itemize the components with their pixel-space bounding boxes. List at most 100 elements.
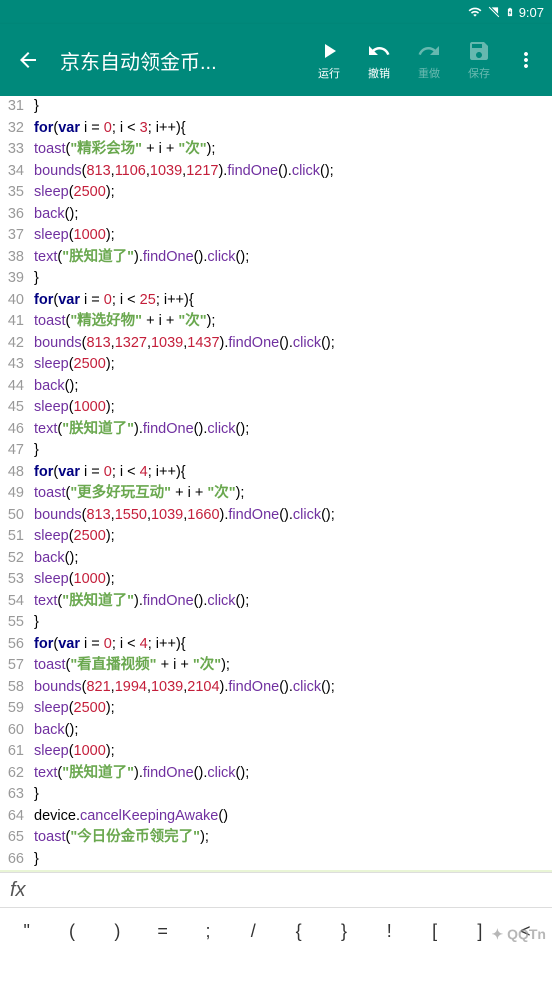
line-number: 32 — [0, 118, 30, 140]
code-line[interactable]: 64 device.cancelKeepingAwake() — [0, 806, 552, 828]
code-line[interactable]: 62 text("朕知道了").findOne().click(); — [0, 763, 552, 785]
code-line[interactable]: 55 } — [0, 612, 552, 634]
code-line[interactable]: 32 for(var i = 0; i < 3; i++){ — [0, 118, 552, 140]
code-line[interactable]: 35 sleep(2500); — [0, 182, 552, 204]
back-button[interactable] — [8, 40, 48, 80]
redo-label: 重做 — [418, 65, 440, 81]
fx-bar[interactable]: fx — [0, 872, 552, 907]
code-content: } — [30, 612, 552, 634]
code-line[interactable]: 52 back(); — [0, 548, 552, 570]
code-line[interactable]: 33 toast("精彩会场" + i + "次"); — [0, 139, 552, 161]
code-line[interactable]: 58 bounds(821,1994,1039,2104).findOne().… — [0, 677, 552, 699]
code-line[interactable]: 67 — [0, 870, 552, 872]
line-number: 58 — [0, 677, 30, 699]
code-line[interactable]: 41 toast("精选好物" + i + "次"); — [0, 311, 552, 333]
symbol-key[interactable]: [ — [416, 921, 454, 942]
code-editor[interactable]: 31 }32 for(var i = 0; i < 3; i++){33 toa… — [0, 96, 552, 872]
sim-icon — [487, 5, 501, 19]
line-number: 59 — [0, 698, 30, 720]
symbol-key[interactable]: ) — [98, 921, 136, 942]
code-content: text("朕知道了").findOne().click(); — [30, 419, 552, 441]
undo-label: 撤销 — [368, 65, 390, 81]
page-title: 京东自动领金币... — [60, 46, 304, 75]
code-line[interactable]: 65 toast("今日份金币领完了"); — [0, 827, 552, 849]
code-line[interactable]: 39 } — [0, 268, 552, 290]
code-line[interactable]: 42 bounds(813,1327,1039,1437).findOne().… — [0, 333, 552, 355]
code-content: back(); — [30, 204, 552, 226]
code-content: bounds(813,1327,1039,1437).findOne().cli… — [30, 333, 552, 355]
line-number: 51 — [0, 526, 30, 548]
code-line[interactable]: 56 for(var i = 0; i < 4; i++){ — [0, 634, 552, 656]
code-content: bounds(821,1994,1039,2104).findOne().cli… — [30, 677, 552, 699]
line-number: 33 — [0, 139, 30, 161]
code-line[interactable]: 44 back(); — [0, 376, 552, 398]
code-line[interactable]: 47 } — [0, 440, 552, 462]
status-bar: 9:07 — [0, 0, 552, 24]
code-line[interactable]: 40 for(var i = 0; i < 25; i++){ — [0, 290, 552, 312]
undo-icon — [367, 39, 391, 63]
symbol-key[interactable]: / — [234, 921, 272, 942]
code-line[interactable]: 43 sleep(2500); — [0, 354, 552, 376]
more-button[interactable] — [508, 40, 544, 80]
code-content: sleep(1000); — [30, 741, 552, 763]
redo-button[interactable]: 重做 — [404, 32, 454, 88]
code-line[interactable]: 60 back(); — [0, 720, 552, 742]
line-number: 46 — [0, 419, 30, 441]
code-line[interactable]: 53 sleep(1000); — [0, 569, 552, 591]
line-number: 37 — [0, 225, 30, 247]
symbol-key[interactable]: ( — [53, 921, 91, 942]
symbol-row: "()=;/{}![]< — [0, 907, 552, 955]
code-line[interactable]: 54 text("朕知道了").findOne().click(); — [0, 591, 552, 613]
code-content: back(); — [30, 548, 552, 570]
code-line[interactable]: 37 sleep(1000); — [0, 225, 552, 247]
symbol-key[interactable]: ! — [370, 921, 408, 942]
code-line[interactable]: 31 } — [0, 96, 552, 118]
code-content: sleep(1000); — [30, 569, 552, 591]
line-number: 57 — [0, 655, 30, 677]
code-line[interactable]: 66 } — [0, 849, 552, 871]
code-content: for(var i = 0; i < 3; i++){ — [30, 118, 552, 140]
code-line[interactable]: 61 sleep(1000); — [0, 741, 552, 763]
code-line[interactable]: 49 toast("更多好玩互动" + i + "次"); — [0, 483, 552, 505]
code-line[interactable]: 59 sleep(2500); — [0, 698, 552, 720]
code-line[interactable]: 36 back(); — [0, 204, 552, 226]
symbol-key[interactable]: " — [8, 921, 46, 942]
line-number: 61 — [0, 741, 30, 763]
symbol-key[interactable]: ; — [189, 921, 227, 942]
symbol-key[interactable]: } — [325, 921, 363, 942]
line-number: 41 — [0, 311, 30, 333]
code-line[interactable]: 45 sleep(1000); — [0, 397, 552, 419]
line-number: 49 — [0, 483, 30, 505]
line-number: 64 — [0, 806, 30, 828]
code-line[interactable]: 48 for(var i = 0; i < 4; i++){ — [0, 462, 552, 484]
code-content: toast("更多好玩互动" + i + "次"); — [30, 483, 552, 505]
save-icon — [467, 39, 491, 63]
line-number: 43 — [0, 354, 30, 376]
line-number: 54 — [0, 591, 30, 613]
code-line[interactable]: 57 toast("看直播视频" + i + "次"); — [0, 655, 552, 677]
watermark: ✦ QQTn — [491, 926, 546, 943]
save-button[interactable]: 保存 — [454, 32, 504, 88]
line-number: 67 — [0, 870, 30, 872]
code-line[interactable]: 50 bounds(813,1550,1039,1660).findOne().… — [0, 505, 552, 527]
toolbar-actions: 运行 撤销 重做 保存 — [304, 32, 504, 88]
line-number: 34 — [0, 161, 30, 183]
code-line[interactable]: 51 sleep(2500); — [0, 526, 552, 548]
code-line[interactable]: 46 text("朕知道了").findOne().click(); — [0, 419, 552, 441]
symbol-key[interactable]: = — [144, 921, 182, 942]
code-line[interactable]: 38 text("朕知道了").findOne().click(); — [0, 247, 552, 269]
code-content: sleep(2500); — [30, 698, 552, 720]
line-number: 65 — [0, 827, 30, 849]
code-content: bounds(813,1550,1039,1660).findOne().cli… — [30, 505, 552, 527]
code-line[interactable]: 63 } — [0, 784, 552, 806]
battery-icon — [505, 4, 515, 20]
symbol-key[interactable]: { — [280, 921, 318, 942]
line-number: 66 — [0, 849, 30, 871]
code-content: } — [30, 96, 552, 118]
code-line[interactable]: 34 bounds(813,1106,1039,1217).findOne().… — [0, 161, 552, 183]
undo-button[interactable]: 撤销 — [354, 32, 404, 88]
line-number: 63 — [0, 784, 30, 806]
run-button[interactable]: 运行 — [304, 32, 354, 88]
code-content: for(var i = 0; i < 4; i++){ — [30, 634, 552, 656]
code-content: sleep(2500); — [30, 526, 552, 548]
